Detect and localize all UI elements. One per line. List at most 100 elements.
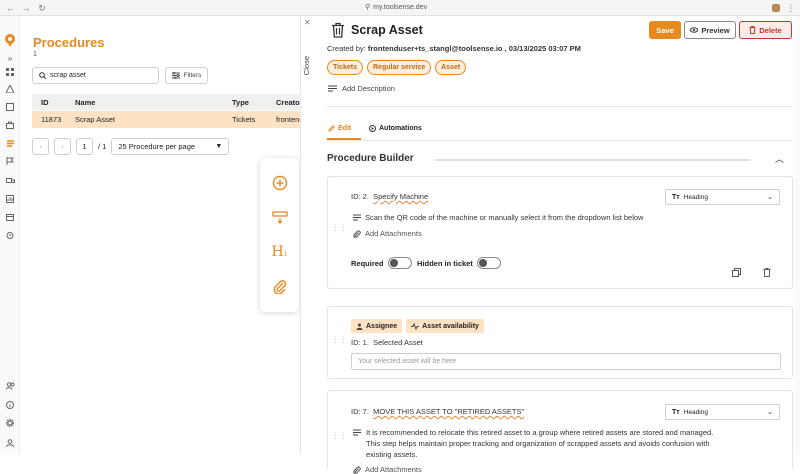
step-name[interactable]: MOVE THIS ASSET TO "RETIRED ASSETS" (373, 407, 524, 416)
filters-button[interactable]: Filters (165, 67, 208, 84)
tab-automations[interactable]: Automations (369, 125, 422, 132)
chart-icon[interactable] (5, 194, 15, 204)
close-label: Close (302, 56, 311, 76)
procedure-title[interactable]: Scrap Asset (351, 23, 423, 37)
drag-handle-icon[interactable]: ⋮⋮ (331, 336, 347, 344)
tab-automations-label: Automations (379, 125, 422, 132)
add-attachments-button[interactable]: Add Attachments (353, 229, 422, 238)
add-description-label: Add Description (342, 84, 395, 93)
tab-edit[interactable]: Edit (328, 125, 351, 132)
table-header: ID Name Type Creator (32, 94, 303, 110)
delete-step-icon[interactable] (763, 268, 771, 277)
save-button[interactable]: Save (649, 21, 681, 39)
step-name[interactable]: Selected Asset (373, 338, 423, 347)
attachment-icon[interactable] (271, 277, 288, 294)
hidden-toggle[interactable] (476, 257, 501, 269)
calendar-icon[interactable] (5, 212, 15, 222)
url-text: my.toolsense.dev (373, 3, 428, 11)
drag-handle-icon[interactable]: ⋮⋮ (331, 224, 347, 232)
delete-label: Delete (759, 25, 782, 35)
pulse-icon (411, 322, 420, 330)
step-description-line-2[interactable]: This step helps maintain proper tracking… (366, 438, 710, 449)
profile-icon[interactable] (5, 438, 15, 448)
reload-icon[interactable]: ↻ (37, 3, 47, 13)
step-description[interactable]: Scan the QR code of the machine or manua… (353, 212, 643, 223)
tab-edit-label: Edit (338, 125, 352, 132)
close-icon[interactable]: ✕ (304, 18, 311, 27)
step-card-specify-machine[interactable]: ⋮⋮ ID: 2. Specify Machine Tт Heading ⌄ S… (327, 176, 793, 289)
add-attachments-label: Add Attachments (365, 465, 422, 474)
step-description-line-1[interactable]: It is recommended to relocate this retir… (366, 427, 713, 438)
search-input[interactable]: scrap asset (32, 67, 159, 84)
chip-assignee-label: Assignee (366, 322, 398, 330)
inbox-icon[interactable] (5, 102, 15, 112)
tabs-divider (327, 140, 793, 141)
per-page-select[interactable]: 25 Procedure per page ▼ (111, 138, 230, 155)
bag-icon[interactable] (5, 120, 15, 130)
prev-page-button[interactable]: ‹ (32, 138, 49, 155)
add-step-icon[interactable] (271, 174, 288, 191)
required-toggle[interactable] (387, 257, 412, 269)
extension-icon[interactable] (772, 4, 780, 12)
column-header-name[interactable]: Name (75, 94, 95, 110)
tag-tickets[interactable]: Tickets (327, 60, 363, 75)
step-name[interactable]: Specify Machine (373, 192, 428, 201)
add-attachments-label: Add Attachments (365, 229, 422, 238)
step-card-selected-asset[interactable]: ⋮⋮ Assignee Asset availability ID: 1. Se… (327, 306, 793, 379)
selected-asset-input[interactable]: Your selected asset will be here (351, 353, 781, 370)
preview-button[interactable]: Preview (684, 21, 736, 39)
input-field-icon[interactable] (271, 208, 288, 225)
tag-regular-service[interactable]: Regular service (367, 60, 432, 75)
flag-icon[interactable] (5, 156, 15, 166)
info-icon[interactable] (5, 400, 15, 410)
eye-icon (690, 27, 699, 33)
step-id-label: ID: 2. (351, 192, 369, 201)
chevron-down-icon: ⌄ (767, 409, 773, 416)
forward-icon[interactable]: → (21, 3, 31, 13)
step-type-select[interactable]: Tт Heading ⌄ (665, 189, 780, 205)
collapse-chevron-up-icon[interactable]: ︿ (775, 152, 784, 165)
step-type-select[interactable]: Tт Heading ⌄ (665, 404, 780, 420)
step-id: ID: 2. Specify Machine (351, 192, 428, 201)
page-title: Procedures (33, 35, 105, 50)
warning-icon[interactable] (5, 84, 15, 94)
back-icon[interactable]: ← (5, 3, 15, 13)
dashboard-icon[interactable] (5, 67, 15, 77)
cell-creator: frontendu (276, 115, 302, 124)
step-description-text: Scan the QR code of the machine or manua… (365, 213, 644, 222)
heading-icon[interactable]: H1 (271, 243, 288, 260)
column-header-type[interactable]: Type (232, 94, 249, 110)
settings-gear-icon[interactable] (5, 418, 15, 428)
chip-assignee[interactable]: Assignee (351, 319, 403, 333)
scrollbar[interactable] (795, 16, 800, 454)
add-description-button[interactable]: Add Description (328, 84, 395, 93)
column-header-creator[interactable]: Creator (276, 94, 303, 110)
chip-asset-availability[interactable]: Asset availability (406, 319, 484, 333)
users-icon[interactable] (5, 381, 15, 391)
column-header-id[interactable]: ID (41, 94, 49, 110)
page-number-input[interactable]: 1 (76, 138, 93, 155)
truck-icon[interactable] (5, 176, 15, 186)
delete-icon (749, 26, 756, 34)
table-row[interactable]: 11873 Scrap Asset Tickets frontendu (32, 111, 302, 128)
close-panel-bar[interactable]: ✕ Close (300, 16, 314, 454)
toolsense-logo-icon[interactable] (3, 33, 17, 47)
expand-sidebar-icon[interactable]: » (5, 53, 15, 63)
step-card-move-asset[interactable]: ⋮⋮ ID: 7. MOVE THIS ASSET TO "RETIRED AS… (327, 390, 793, 474)
step-description-line-3[interactable]: existing assets. (366, 449, 417, 460)
text-lines-icon (353, 214, 361, 221)
hidden-label: Hidden in ticket (417, 258, 473, 268)
address-bar[interactable]: ⚲ my.toolsense.dev (365, 3, 428, 12)
tag-asset[interactable]: Asset (435, 60, 467, 75)
drag-handle-icon[interactable]: ⋮⋮ (331, 432, 347, 440)
preview-label: Preview (701, 25, 730, 35)
copy-icon[interactable] (732, 268, 741, 277)
add-attachments-button[interactable]: Add Attachments (353, 465, 422, 474)
delete-button[interactable]: Delete (739, 21, 792, 39)
alarm-icon[interactable] (5, 230, 15, 240)
browser-menu-icon[interactable]: ⋮ (786, 3, 796, 13)
next-page-button[interactable]: › (54, 138, 71, 155)
created-by: Created by: frontenduser+ts_stangl@tools… (327, 44, 581, 53)
procedures-icon[interactable] (5, 138, 15, 148)
result-count: 1 (33, 51, 37, 58)
